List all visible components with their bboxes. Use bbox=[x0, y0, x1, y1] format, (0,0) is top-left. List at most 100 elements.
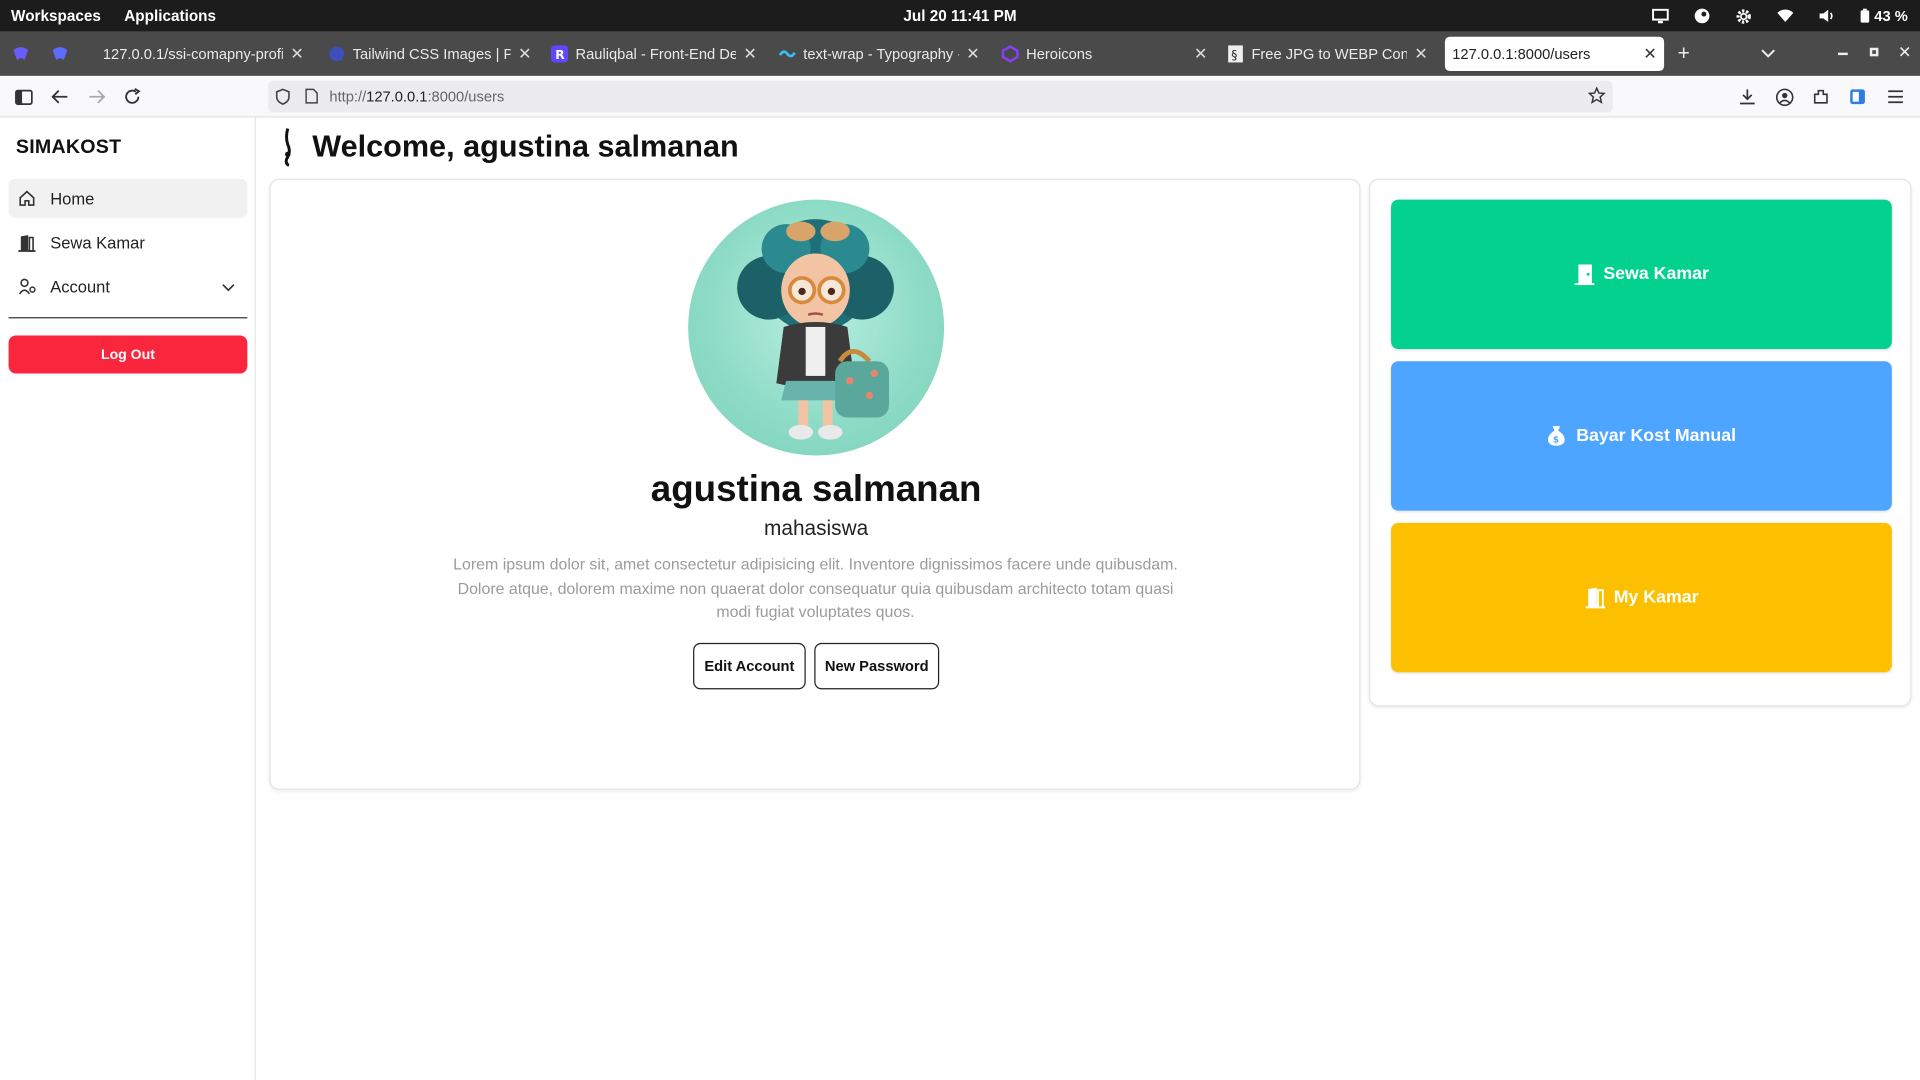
door-open-icon bbox=[1584, 587, 1606, 609]
quick-actions-panel: Sewa Kamar $ Bayar Kost Manual My Kamar bbox=[1368, 178, 1912, 707]
system-tray: 43 % bbox=[1651, 0, 1908, 32]
display-icon[interactable] bbox=[1651, 7, 1669, 24]
sidebar-item-account[interactable]: Account bbox=[9, 267, 248, 306]
steam-icon[interactable] bbox=[1693, 7, 1710, 24]
action-label: Bayar Kost Manual bbox=[1576, 426, 1737, 446]
firefox-view-icon[interactable] bbox=[12, 45, 29, 68]
tab-tailwind-images[interactable]: Tailwind CSS Images | Prelin ✕ bbox=[321, 37, 537, 71]
tab-text-wrap[interactable]: text-wrap - Typography - Ta ✕ bbox=[774, 37, 985, 71]
wifi-icon[interactable] bbox=[1776, 7, 1793, 24]
door-icon bbox=[1574, 263, 1596, 286]
close-tab-icon[interactable]: ✕ bbox=[966, 44, 979, 64]
tab-title: text-wrap - Typography - Ta bbox=[803, 45, 959, 63]
bayar-kost-manual-button[interactable]: $ Bayar Kost Manual bbox=[1391, 361, 1892, 511]
welcome-header: Welcome, agustina salmanan bbox=[282, 127, 739, 167]
sidebar-item-label: Account bbox=[50, 277, 110, 296]
profile-card: agustina salmanan mahasiswa Lorem ipsum … bbox=[269, 178, 1361, 790]
browser-tab-bar: 127.0.0.1/ssi-comapny-profile/i ✕ Tailwi… bbox=[0, 31, 1920, 76]
action-label: My Kamar bbox=[1613, 587, 1699, 608]
waving-hand-icon bbox=[282, 127, 294, 167]
sidebar-item-sewa-kamar[interactable]: Sewa Kamar bbox=[9, 223, 248, 262]
tab-title: Heroicons bbox=[1026, 45, 1093, 63]
tab-heroicons[interactable]: Heroicons ✕ bbox=[997, 37, 1213, 71]
rauliqbal-favicon-icon: R bbox=[551, 45, 569, 63]
avatar-illustration bbox=[737, 219, 894, 440]
chevron-down-icon[interactable] bbox=[222, 278, 235, 296]
tab-title: Tailwind CSS Images | Prelin bbox=[352, 45, 511, 63]
new-tab-icon[interactable]: + bbox=[1678, 42, 1690, 66]
page-info-icon[interactable] bbox=[305, 88, 318, 108]
system-top-bar: Workspaces Applications Jul 20 11:41 PM … bbox=[0, 0, 1920, 32]
money-bag-icon: $ bbox=[1547, 425, 1569, 447]
list-all-tabs-chevron-icon[interactable] bbox=[1761, 44, 1776, 66]
close-tab-icon[interactable]: ✕ bbox=[518, 44, 531, 64]
svg-text:§: § bbox=[1231, 48, 1237, 62]
tab-title: Free JPG to WEBP Converter bbox=[1251, 45, 1407, 63]
extension-blue-icon[interactable] bbox=[1848, 87, 1868, 107]
home-icon bbox=[17, 189, 37, 209]
app-sidebar: SIMAKOST Home Sewa Kamar Account Log Out bbox=[0, 117, 256, 1080]
profile-name: agustina salmanan bbox=[650, 468, 982, 510]
browser-nav-bar: http://127.0.0.1:8000/users bbox=[0, 75, 1920, 118]
downloads-icon[interactable] bbox=[1738, 87, 1758, 107]
profile-role: mahasiswa bbox=[764, 516, 869, 541]
edit-account-button[interactable]: Edit Account bbox=[693, 642, 806, 690]
screen: Workspaces Applications Jul 20 11:41 PM … bbox=[0, 0, 1920, 1080]
minimize-window-icon[interactable] bbox=[1837, 52, 1848, 56]
sidebar-item-home[interactable]: Home bbox=[8, 178, 248, 218]
maximize-window-icon[interactable] bbox=[1869, 47, 1879, 57]
close-window-icon[interactable]: ✕ bbox=[1898, 43, 1911, 63]
extensions-icon[interactable] bbox=[1811, 87, 1831, 107]
close-tab-icon[interactable]: ✕ bbox=[1414, 44, 1427, 64]
tab-title: Rauliqbal - Front-End Devel bbox=[575, 45, 737, 63]
user-cog-icon bbox=[17, 277, 37, 297]
url-prefix: http:// bbox=[329, 88, 367, 106]
url-host: 127.0.0.1 bbox=[366, 88, 428, 106]
tab-rauliqbal[interactable]: R Rauliqbal - Front-End Devel ✕ bbox=[546, 37, 762, 71]
close-tab-icon[interactable]: ✕ bbox=[743, 44, 756, 64]
bookmark-star-icon[interactable] bbox=[1587, 86, 1606, 108]
forward-arrow-icon[interactable] bbox=[87, 87, 107, 107]
tab-ssi-company-profile[interactable]: 127.0.0.1/ssi-comapny-profile/i ✕ bbox=[81, 37, 309, 71]
new-password-button[interactable]: New Password bbox=[814, 642, 940, 690]
url-path: :8000/users bbox=[427, 88, 505, 106]
battery-icon bbox=[1860, 8, 1869, 23]
tab-users-active[interactable]: 127.0.0.1:8000/users ✕ bbox=[1444, 36, 1665, 72]
pinned-tab-icon[interactable] bbox=[51, 45, 68, 68]
sidebar-toggle-icon[interactable] bbox=[13, 87, 33, 107]
tab-title: 127.0.0.1/ssi-comapny-profile/i bbox=[102, 45, 283, 63]
tab-title: 127.0.0.1:8000/users bbox=[1452, 45, 1591, 63]
heroicons-favicon-icon bbox=[1001, 45, 1019, 63]
tailwind-favicon-icon bbox=[329, 46, 345, 62]
avatar bbox=[688, 199, 945, 456]
shield-icon[interactable] bbox=[275, 88, 291, 109]
settings-gear-icon[interactable] bbox=[1735, 7, 1752, 24]
hamburger-menu-icon[interactable] bbox=[1886, 87, 1906, 107]
logout-button[interactable]: Log Out bbox=[8, 335, 248, 374]
account-icon[interactable] bbox=[1774, 87, 1794, 107]
back-arrow-icon[interactable] bbox=[50, 87, 70, 107]
profile-bio: Lorem ipsum dolor sit, amet consectetur … bbox=[453, 554, 1178, 621]
close-tab-icon[interactable]: ✕ bbox=[290, 44, 303, 64]
close-tab-icon[interactable]: ✕ bbox=[1643, 44, 1656, 64]
url-text[interactable]: http://127.0.0.1:8000/users bbox=[329, 88, 504, 105]
converter-favicon-icon: § bbox=[1228, 45, 1243, 63]
my-kamar-button[interactable]: My Kamar bbox=[1391, 522, 1892, 673]
clock[interactable]: Jul 20 11:41 PM bbox=[0, 7, 1920, 24]
close-tab-icon[interactable]: ✕ bbox=[1194, 44, 1207, 64]
tailwind-wave-icon bbox=[778, 50, 796, 58]
tab-jpg-to-webp[interactable]: § Free JPG to WEBP Converter ✕ bbox=[1222, 37, 1433, 71]
action-label: Sewa Kamar bbox=[1603, 264, 1709, 285]
reload-icon[interactable] bbox=[122, 87, 142, 107]
volume-icon[interactable] bbox=[1818, 7, 1835, 24]
url-bar[interactable]: http://127.0.0.1:8000/users bbox=[268, 80, 1613, 113]
sidebar-item-label: Sewa Kamar bbox=[50, 233, 145, 252]
brand-logo-text[interactable]: SIMAKOST bbox=[16, 137, 121, 159]
svg-text:$: $ bbox=[1553, 436, 1559, 446]
sidebar-divider bbox=[8, 317, 248, 319]
battery-percent: 43 % bbox=[1874, 7, 1908, 25]
battery-status[interactable]: 43 % bbox=[1860, 7, 1908, 24]
svg-text:R: R bbox=[555, 48, 565, 62]
page-title: Welcome, agustina salmanan bbox=[312, 129, 739, 164]
sewa-kamar-button[interactable]: Sewa Kamar bbox=[1391, 199, 1892, 349]
